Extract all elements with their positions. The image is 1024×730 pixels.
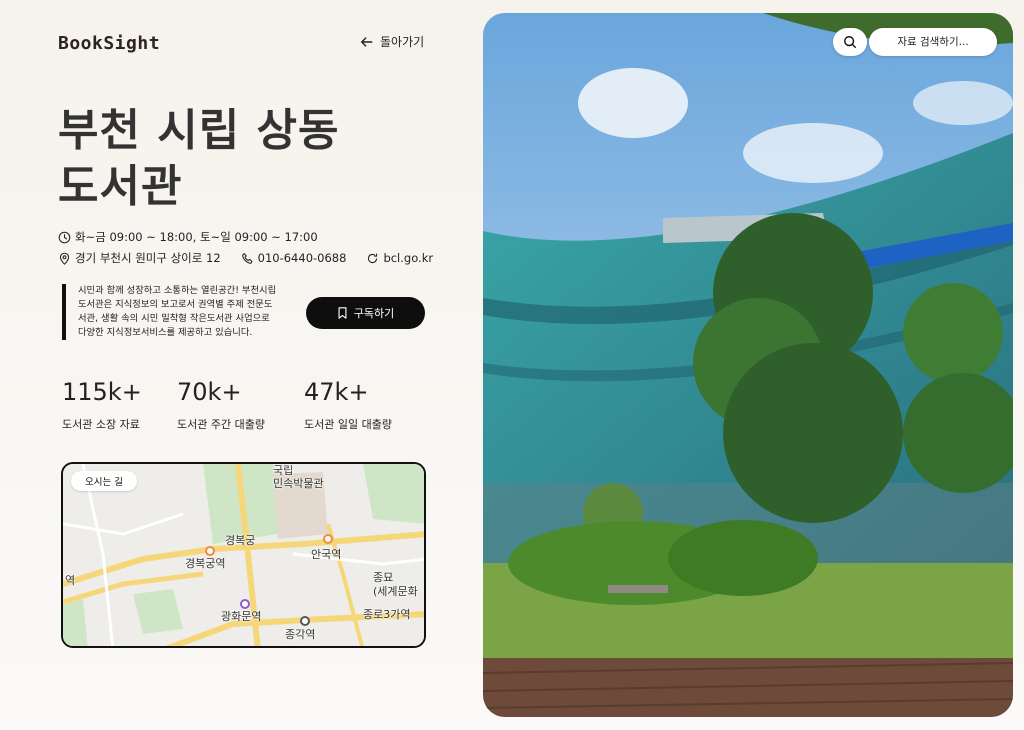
bookmark-icon: [338, 307, 347, 319]
search-icon: [844, 36, 857, 49]
map-label-anguk: 안국역: [311, 548, 342, 561]
stat-weekly-loans: 70k+ 도서관 주간 대출량: [177, 378, 265, 432]
location-pin-icon: [59, 252, 70, 265]
hours-row: 화~금 09:00 ~ 18:00, 토~일 09:00 ~ 17:00: [58, 229, 318, 245]
subscribe-label: 구독하기: [353, 307, 395, 320]
link-icon: [368, 253, 378, 263]
title-line-2: 도서관: [58, 161, 183, 212]
website-link[interactable]: bcl.go.kr: [383, 251, 433, 265]
library-info-panel: BookSight 돌아가기 부천 시립 상동 도서관 화~금 09:00 ~ …: [0, 0, 480, 730]
title-line-1: 부천 시립 상동: [58, 105, 340, 156]
stat-daily-loans: 47k+ 도서관 일일 대출량: [304, 378, 392, 432]
map-label-left-station: 역: [65, 574, 76, 587]
contact-row: 경기 부천시 원미구 상이로 12 010-6440-0688 bcl.go.k…: [58, 250, 433, 266]
stat-label: 도서관 소장 자료: [62, 418, 140, 431]
search-input[interactable]: [869, 28, 997, 56]
back-button[interactable]: 돌아가기: [360, 33, 424, 50]
library-description: 시민과 함께 성장하고 소통하는 열린공간! 부천시립도서관은 지식정보의 보고…: [62, 284, 277, 340]
map-label-jongno3: 종로3가역: [363, 608, 411, 621]
map-label-jonggak: 종각역: [285, 628, 316, 641]
clock-icon: [58, 231, 71, 243]
stat-collection: 115k+ 도서관 소장 자료: [62, 378, 142, 432]
search-button[interactable]: [833, 28, 867, 56]
arrow-left-icon: [360, 36, 373, 47]
map-label-gwanghwamun: 광화문역: [221, 610, 262, 623]
location-map[interactable]: 오시는 길 국립 민속박물관 경복궁 경복궁역 안국역 광화문역 종각역 종로3…: [61, 462, 426, 648]
address-text: 경기 부천시 원미구 상이로 12: [75, 251, 221, 265]
stat-value: 47k+: [304, 378, 369, 406]
map-label-jongmyo: 종묘 (세계문화: [373, 571, 418, 598]
phone-text[interactable]: 010-6440-0688: [258, 251, 347, 265]
map-label-palace-station: 경복궁역: [185, 557, 226, 570]
hours-text: 화~금 09:00 ~ 18:00, 토~일 09:00 ~ 17:00: [75, 230, 318, 244]
back-label: 돌아가기: [380, 35, 425, 49]
stat-value: 70k+: [177, 378, 242, 406]
map-label-palace: 경복궁: [225, 534, 256, 547]
library-photo: [483, 13, 1013, 717]
page-title: 부천 시립 상동 도서관: [58, 103, 340, 215]
subscribe-button[interactable]: 구독하기: [306, 297, 425, 329]
booksight-logo[interactable]: BookSight: [58, 33, 160, 54]
phone-icon: [241, 252, 253, 264]
stat-label: 도서관 일일 대출량: [304, 418, 392, 431]
map-directions-chip[interactable]: 오시는 길: [71, 471, 137, 491]
map-label-museum: 국립 민속박물관: [273, 464, 324, 490]
stat-value: 115k+: [62, 378, 142, 406]
library-building-image: [483, 13, 1013, 717]
stat-label: 도서관 주간 대출량: [177, 418, 265, 431]
